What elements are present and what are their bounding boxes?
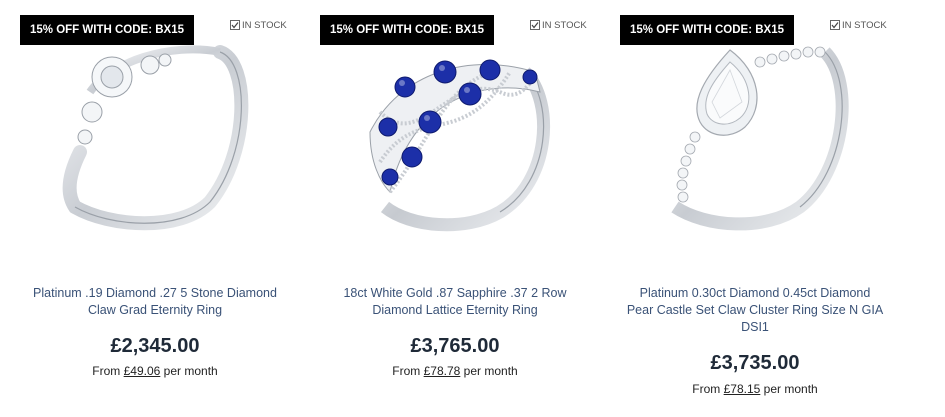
product-title-link[interactable]: Platinum 0.30ct Diamond 0.45ct Diamond P… bbox=[625, 285, 885, 336]
finance-suffix: per month bbox=[763, 382, 818, 396]
promo-badge[interactable]: 15% OFF WITH CODE: BX15 bbox=[20, 15, 194, 45]
stock-label: IN STOCK bbox=[542, 19, 587, 31]
finance-amount-link[interactable]: £78.15 bbox=[724, 382, 761, 396]
finance-line: From £78.78 per month bbox=[305, 363, 605, 379]
product-grid: 15% OFF WITH CODE: BX15 IN STOCK Platinu… bbox=[0, 0, 945, 417]
finance-prefix: From bbox=[692, 382, 721, 396]
stock-status: IN STOCK bbox=[230, 18, 287, 32]
finance-line: From £49.06 per month bbox=[5, 363, 305, 379]
stock-label: IN STOCK bbox=[842, 19, 887, 31]
promo-badge[interactable]: 15% OFF WITH CODE: BX15 bbox=[620, 15, 794, 45]
product-image-link[interactable] bbox=[350, 32, 560, 237]
product-title-link[interactable]: 18ct White Gold .87 Sapphire .37 2 Row D… bbox=[325, 285, 585, 319]
finance-suffix: per month bbox=[163, 364, 218, 378]
finance-suffix: per month bbox=[463, 364, 518, 378]
ring-image bbox=[62, 45, 249, 231]
product-title-link[interactable]: Platinum .19 Diamond .27 5 Stone Diamond… bbox=[25, 285, 285, 319]
finance-amount-link[interactable]: £78.78 bbox=[424, 364, 461, 378]
product-image-link[interactable] bbox=[650, 32, 860, 237]
stock-label: IN STOCK bbox=[242, 19, 287, 31]
ring-image bbox=[369, 59, 550, 232]
product-price: £2,345.00 bbox=[110, 335, 200, 357]
product-card: 15% OFF WITH CODE: BX15 IN STOCK 18ct Wh… bbox=[305, 0, 605, 417]
product-image-link[interactable] bbox=[50, 32, 260, 237]
ring-image bbox=[671, 46, 849, 231]
promo-badge[interactable]: 15% OFF WITH CODE: BX15 bbox=[320, 15, 494, 45]
checkbox-icon bbox=[530, 20, 540, 30]
product-card: 15% OFF WITH CODE: BX15 IN STOCK Platinu… bbox=[5, 0, 305, 417]
product-price: £3,765.00 bbox=[410, 335, 500, 357]
stock-status: IN STOCK bbox=[830, 18, 887, 32]
finance-line: From £78.15 per month bbox=[605, 381, 905, 397]
finance-amount-link[interactable]: £49.06 bbox=[124, 364, 161, 378]
checkbox-icon bbox=[830, 20, 840, 30]
finance-prefix: From bbox=[392, 364, 421, 378]
product-price: £3,735.00 bbox=[710, 352, 800, 374]
checkbox-icon bbox=[230, 20, 240, 30]
stock-status: IN STOCK bbox=[530, 18, 587, 32]
finance-prefix: From bbox=[92, 364, 121, 378]
product-card: 15% OFF WITH CODE: BX15 IN STOCK Platinu… bbox=[605, 0, 905, 417]
